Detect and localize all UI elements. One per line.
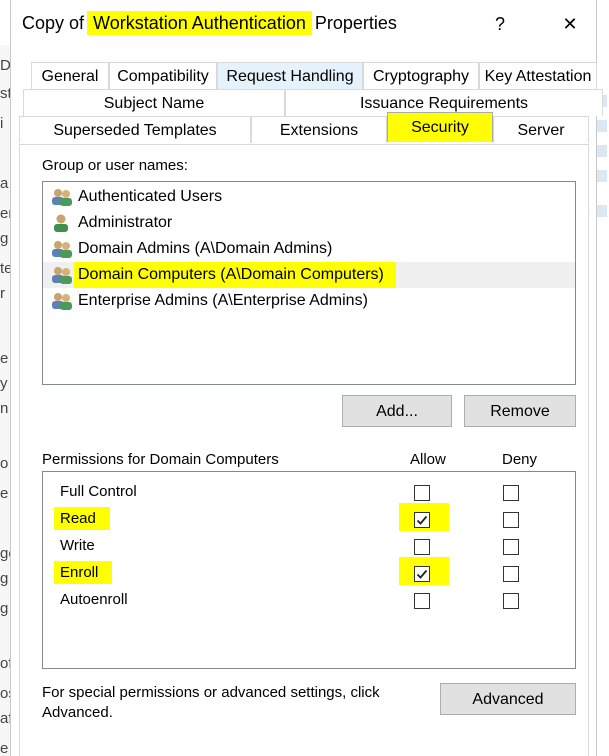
tab-compatibility[interactable]: Compatibility (109, 62, 217, 89)
deny-checkbox[interactable] (503, 485, 519, 501)
allow-checkbox[interactable] (414, 593, 430, 609)
user-icon (54, 214, 68, 232)
group-or-user-names-label: Group or user names: (42, 157, 188, 174)
allow-checkbox[interactable] (414, 566, 430, 582)
permission-name: Read (54, 507, 110, 530)
checkmark-icon (416, 569, 428, 579)
tab-server[interactable]: Server (493, 116, 589, 143)
background-window-left: Disti aerg tere yno egeg gofos afe (0, 45, 10, 756)
tab-request-handling[interactable]: Request Handling (217, 62, 363, 89)
allow-checkbox[interactable] (414, 539, 430, 555)
dialog-title: Copy of Workstation Authentication Prope… (22, 11, 397, 35)
deny-checkbox[interactable] (503, 566, 519, 582)
tab-key-attestation[interactable]: Key Attestation (479, 62, 597, 89)
permission-name: Autoenroll (60, 591, 128, 608)
deny-checkbox[interactable] (503, 593, 519, 609)
tab-superseded-templates[interactable]: Superseded Templates (19, 116, 251, 143)
permission-row: Enroll (43, 557, 575, 587)
user-list-item-selected[interactable]: Domain Computers (A\Domain Computers) (43, 262, 575, 288)
permissions-label: Permissions for Domain Computers (42, 451, 279, 468)
security-panel: Group or user names: Authenticated Users… (19, 144, 589, 756)
allow-checkbox[interactable] (414, 485, 430, 501)
permission-row: Read (43, 503, 575, 533)
close-button[interactable]: ✕ (547, 8, 593, 40)
permission-name: Full Control (60, 483, 137, 500)
tab-cryptography[interactable]: Cryptography (363, 62, 479, 89)
group-icon (52, 189, 72, 206)
user-list[interactable]: Authenticated Users Administrator Domain… (42, 181, 576, 385)
user-list-item[interactable]: Domain Admins (A\Domain Admins) (43, 236, 575, 262)
user-list-item[interactable]: Authenticated Users (43, 184, 575, 210)
user-list-item[interactable]: Administrator (43, 210, 575, 236)
permission-row: Full Control (43, 480, 575, 506)
deny-column-header: Deny (502, 451, 538, 468)
advanced-button[interactable]: Advanced (440, 683, 576, 715)
advanced-help-text: For special permissions or advanced sett… (42, 684, 380, 721)
permission-name: Enroll (54, 561, 113, 584)
tab-general[interactable]: General (31, 62, 109, 89)
checkmark-icon (416, 515, 428, 525)
permission-row: Write (43, 534, 575, 560)
deny-checkbox[interactable] (503, 539, 519, 555)
user-list-item[interactable]: Enterprise Admins (A\Enterprise Admins) (43, 288, 575, 314)
permission-row: Autoenroll (43, 588, 575, 614)
title-highlight: Workstation Authentication (87, 11, 312, 35)
tab-security[interactable]: Security (387, 112, 493, 142)
permissions-list: Full Control Read Write Enroll Autoenrol… (42, 471, 576, 669)
allow-checkbox[interactable] (414, 512, 430, 528)
permission-name: Write (60, 537, 95, 554)
tab-strip: General Compatibility Request Handling C… (19, 60, 603, 144)
tab-subject-name[interactable]: Subject Name (23, 89, 285, 116)
deny-checkbox[interactable] (503, 512, 519, 528)
close-icon: ✕ (562, 14, 578, 34)
group-icon (52, 267, 72, 284)
remove-button[interactable]: Remove (464, 395, 576, 427)
properties-dialog: Copy of Workstation Authentication Prope… (10, 0, 603, 756)
add-button[interactable]: Add... (342, 395, 452, 427)
group-icon (52, 293, 72, 310)
allow-column-header: Allow (410, 451, 446, 468)
tab-extensions[interactable]: Extensions (251, 116, 387, 143)
help-button[interactable]: ? (477, 8, 523, 40)
group-icon (52, 241, 72, 258)
